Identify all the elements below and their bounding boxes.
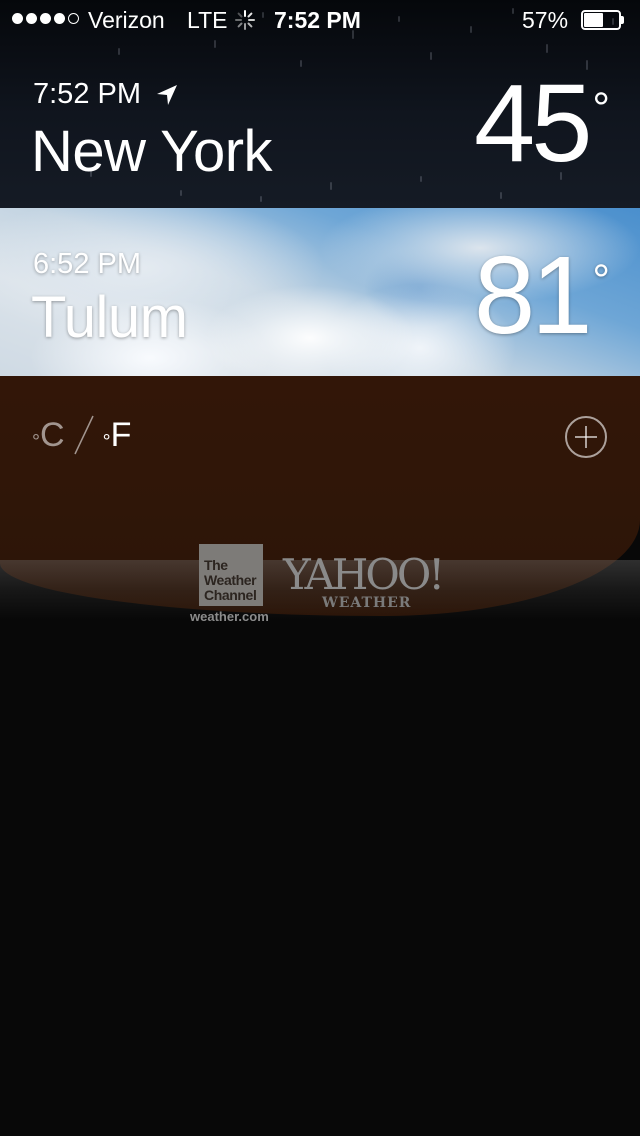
rain-drop	[260, 196, 262, 202]
city-temperature: 81°	[474, 232, 610, 359]
rain-drop	[420, 176, 422, 182]
weather-city-list-screen: 7:52 PM New York 45° 6:52 PM Tulum 81° °…	[0, 0, 640, 1136]
city-local-time: 7:52 PM	[33, 78, 179, 111]
rain-drop	[430, 52, 432, 60]
temperature-value: 45	[474, 62, 592, 185]
status-bar: Verizon LTE 7:52 PM 57%	[0, 0, 640, 40]
city-name: Tulum	[31, 285, 188, 350]
fahrenheit-option[interactable]: °F	[103, 416, 132, 455]
status-clock: 7:52 PM	[274, 7, 361, 33]
cell-signal-icon	[12, 13, 79, 24]
rain-drop	[300, 60, 302, 67]
rain-drop	[500, 192, 502, 199]
degree-symbol: °	[592, 256, 610, 305]
loading-spinner-icon	[235, 10, 255, 30]
signal-dot-filled	[26, 13, 37, 24]
battery-icon	[581, 10, 624, 30]
signal-dot-empty	[68, 13, 79, 24]
weather-channel-logo[interactable]: The Weather Channel	[199, 544, 263, 606]
plus-circle-icon[interactable]	[564, 415, 608, 459]
city-local-time: 6:52 PM	[33, 248, 141, 281]
city-row-tulum[interactable]: 6:52 PM Tulum 81°	[0, 208, 640, 376]
battery-percentage: 57%	[522, 7, 569, 33]
degree-symbol: °	[592, 84, 610, 133]
rain-drop	[546, 44, 548, 53]
city-time-text: 7:52 PM	[33, 78, 141, 110]
city-time-text: 6:52 PM	[33, 248, 141, 280]
yahoo-weather-subtitle: WEATHER	[322, 595, 412, 611]
rain-drop	[118, 48, 120, 55]
yahoo-weather-logo[interactable]: YAHOO!	[283, 551, 445, 599]
signal-dot-filled	[54, 13, 65, 24]
unit-separator-slash	[73, 415, 94, 455]
rain-drop	[330, 182, 332, 190]
city-temperature: 45°	[474, 60, 610, 187]
battery-level-fill	[584, 13, 603, 27]
rain-drop	[214, 40, 216, 48]
rain-drop	[180, 190, 182, 196]
carrier-name: Verizon	[88, 7, 165, 33]
weather-com-link[interactable]: weather.com	[190, 609, 269, 624]
signal-dot-filled	[12, 13, 23, 24]
unit-toggle[interactable]: °C °F	[32, 415, 132, 456]
temperature-value: 81	[474, 234, 592, 357]
celsius-option[interactable]: °C	[32, 416, 65, 455]
signal-dot-filled	[40, 13, 51, 24]
location-arrow-icon	[157, 84, 177, 105]
city-name: New York	[31, 119, 273, 184]
network-type: LTE	[187, 7, 228, 33]
